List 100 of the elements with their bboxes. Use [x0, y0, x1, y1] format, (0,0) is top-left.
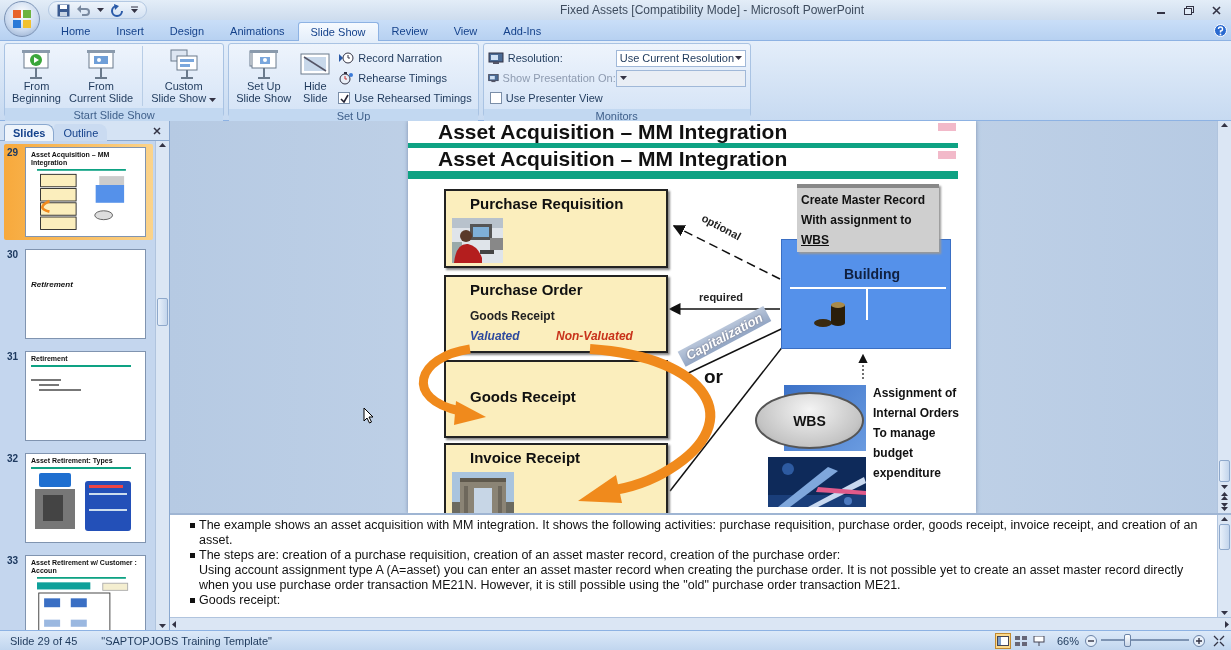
checkbox[interactable] — [338, 92, 351, 104]
setup-screen-icon — [247, 48, 280, 80]
ribbon-button[interactable]: From Current Slide — [65, 46, 137, 106]
office-logo-icon — [12, 9, 32, 29]
view-button[interactable] — [994, 632, 1011, 649]
fit-window-icon[interactable] — [1213, 634, 1225, 647]
notes-paragraph: Using account assignment type A (A=asset) you can enter an asset master record when creating the purchase order. It is not possible yet to create an asset master record directly when you use purchase order transaction ME21N. However, it is still possible using the "old" purchase order transaction ME21. — [199, 563, 1185, 593]
thumbnail-item[interactable]: 30 Retirement — [4, 246, 153, 342]
asset-label: Building — [844, 266, 900, 282]
dotted-arrow — [858, 353, 868, 380]
assignment-note: Assignment of Internal Orders To manage budget expenditure — [873, 385, 960, 482]
slide-number: 29 — [7, 147, 20, 158]
ribbon-tab[interactable]: Add-Ins — [490, 21, 555, 40]
slide-sorter-icon — [1014, 635, 1027, 646]
pane-tab[interactable]: Slides — [4, 124, 55, 141]
save-icon[interactable] — [57, 3, 70, 17]
scrollbar-thumb[interactable] — [157, 297, 168, 326]
marker-square — [938, 151, 956, 159]
zoom-out-icon[interactable] — [1085, 634, 1097, 647]
status-label: Non-Valuated — [556, 329, 633, 343]
bullet-icon — [190, 553, 195, 558]
ribbon-button[interactable]: From Beginning — [9, 46, 64, 106]
window-title: Fixed Assets [Compatibility Mode] - Microsoft PowerPoint — [558, 3, 866, 17]
projector-play-icon — [20, 48, 53, 80]
undo-icon[interactable] — [77, 3, 90, 17]
scroll-down-icon[interactable] — [159, 624, 166, 628]
checkbox[interactable] — [489, 92, 502, 104]
ribbon-checkbox[interactable]: Use Rehearsed Timings — [336, 89, 474, 107]
close-icon[interactable] — [1212, 5, 1221, 15]
ribbon-tab[interactable]: Slide Show — [297, 22, 379, 41]
restore-icon[interactable] — [1184, 5, 1194, 15]
process-title: Goods Receipt — [470, 388, 576, 405]
slide-number: 30 — [7, 249, 20, 260]
ribbon-tab[interactable]: Insert — [103, 21, 157, 40]
ribbon-command[interactable]: Record Narration — [336, 49, 474, 67]
dropdown-caret-icon — [734, 56, 742, 60]
normal-view-icon — [996, 635, 1009, 646]
help-icon[interactable] — [1214, 24, 1227, 37]
ribbon-command[interactable]: Rehearse Timings — [336, 69, 474, 87]
slide-title: Asset Acquisition – MM Integration — [438, 121, 788, 143]
slide-counter: Slide 29 of 45 — [10, 634, 78, 647]
or-label: or — [704, 366, 723, 388]
scroll-left-icon[interactable] — [172, 620, 176, 628]
scroll-down-icon[interactable] — [1221, 485, 1228, 489]
process-title: Purchase Order — [470, 281, 583, 298]
field-label: Resolution: — [487, 51, 616, 65]
scroll-up-icon[interactable] — [1221, 123, 1228, 127]
process-subtitle: Goods Receipt — [470, 309, 555, 323]
scrollbar-thumb[interactable] — [1219, 524, 1230, 550]
process-title: Purchase Requisition — [470, 195, 624, 212]
caret-icon — [97, 8, 104, 12]
monitor-icon — [487, 71, 499, 85]
zoom-level: 66% — [1056, 634, 1079, 647]
scroll-up-icon[interactable] — [159, 143, 166, 147]
customize-caret-icon[interactable] — [131, 6, 138, 14]
ribbon-checkbox[interactable]: Use Presenter View — [487, 89, 746, 107]
zoom-in-icon[interactable] — [1193, 634, 1205, 647]
slide-number: 32 — [7, 453, 20, 464]
notes-paragraph: The example shows an asset acquisition with MM integration. It shows the following activities: purchase requisition, purchase order, goods receipt, invoice receipt, and creation of an asset. — [199, 518, 1199, 548]
monitor-icon — [487, 51, 504, 65]
slide-title: Asset Acquisition – MM Integration — [438, 148, 788, 170]
scroll-up-icon[interactable] — [1221, 517, 1228, 521]
dropdown-field[interactable]: Use Current Resolution — [615, 49, 746, 67]
field-label: Show Presentation On: — [487, 71, 616, 85]
zoom-slider-thumb[interactable] — [1124, 634, 1132, 647]
ribbon-tab[interactable]: Design — [156, 21, 218, 40]
template-name: "SAPTOPJOBS Training Template" — [101, 634, 272, 647]
redo-icon[interactable] — [111, 3, 124, 17]
marker-square — [938, 123, 956, 131]
scrollbar-thumb[interactable] — [1219, 460, 1230, 482]
process-title: Invoice Receipt — [470, 449, 581, 466]
note-box: Create Master Record With assignment to WBS — [797, 184, 939, 252]
ribbon-tab[interactable]: View — [440, 21, 491, 40]
ribbon-button[interactable]: Custom Slide Show — [142, 46, 220, 106]
screens-icon — [167, 48, 200, 80]
scroll-down-icon[interactable] — [1221, 611, 1228, 615]
bullet-icon — [190, 523, 195, 528]
dropdown-field[interactable] — [615, 69, 746, 87]
caret-icon — [209, 98, 217, 102]
scroll-right-icon[interactable] — [1225, 620, 1229, 628]
projector-screen-icon — [1032, 635, 1045, 646]
status-label: Valuated — [470, 329, 520, 343]
connector-label: required — [699, 291, 743, 303]
ribbon-tab[interactable]: Review — [378, 21, 441, 40]
slide-number: 33 — [7, 555, 20, 566]
ribbon-tab[interactable]: Home — [48, 21, 104, 40]
pane-tab[interactable]: Outline — [54, 124, 108, 141]
thumbnail-title: Retirement — [31, 281, 73, 289]
mouse-pointer-icon — [363, 407, 374, 424]
notes-paragraph: The steps are: creation of a purchase requisition, creation of an asset master record, creation of the purchase order: — [199, 548, 841, 563]
ribbon-button[interactable]: Set Up Slide Show — [233, 46, 295, 106]
previous-slide-icon[interactable] — [1221, 492, 1228, 500]
next-slide-icon[interactable] — [1221, 503, 1228, 511]
stopwatch-icon — [338, 71, 355, 85]
ribbon-tab[interactable]: Animations — [217, 21, 298, 40]
close-icon[interactable] — [153, 127, 161, 135]
dropdown-caret-icon — [619, 76, 627, 80]
ribbon-button[interactable]: Hide Slide — [296, 46, 335, 106]
office-button[interactable] — [4, 1, 40, 37]
slide-number: 31 — [7, 351, 20, 362]
